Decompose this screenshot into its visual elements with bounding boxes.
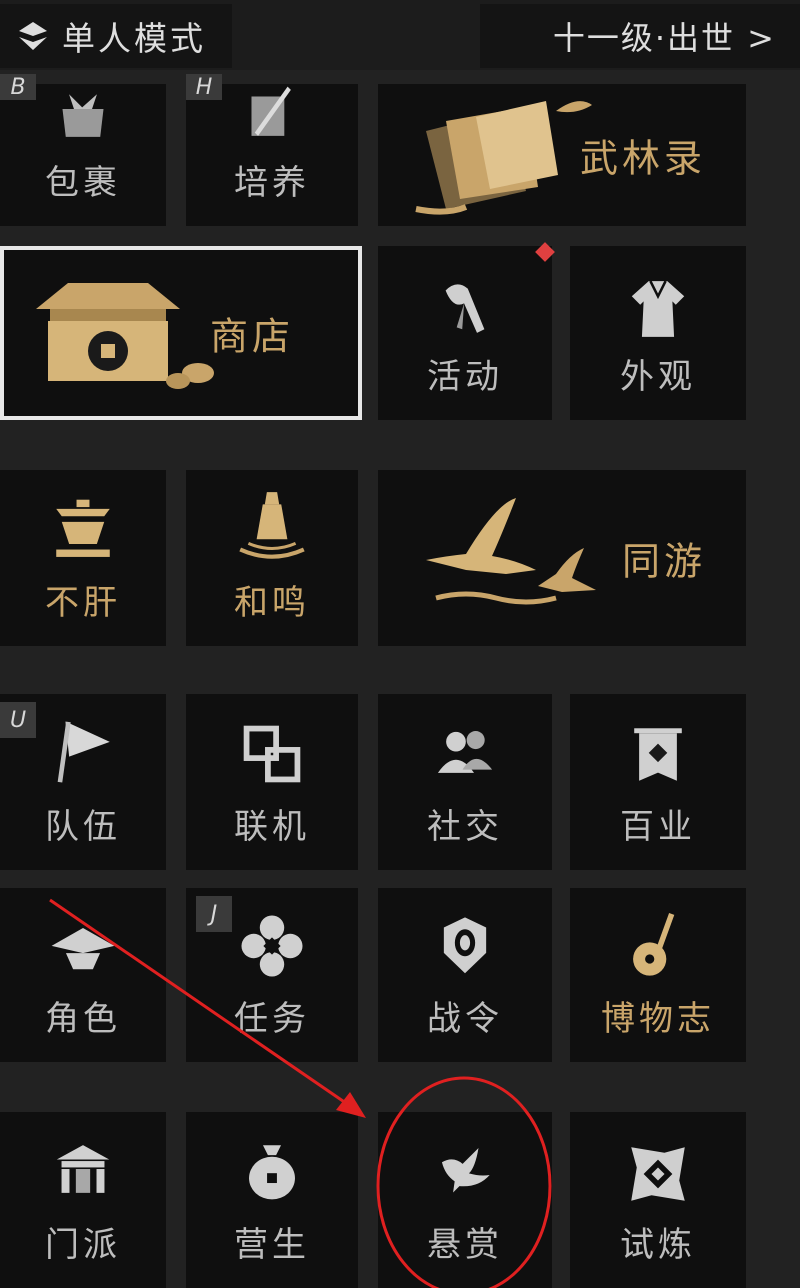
- lute-icon: [633, 913, 675, 976]
- tile-juese[interactable]: 角色: [0, 888, 166, 1062]
- tile-shilian[interactable]: 试炼: [570, 1112, 746, 1288]
- tile-label: 包裹: [45, 163, 121, 203]
- hotkey-badge: J: [196, 896, 232, 932]
- tile-label: 队伍: [45, 807, 121, 847]
- tile-tongyou[interactable]: 同游: [378, 470, 746, 646]
- banner-icon: [634, 728, 682, 781]
- tile-label: 任务: [234, 999, 310, 1039]
- mode-label: 单人模式: [62, 19, 206, 58]
- robe-icon: [631, 280, 685, 337]
- tea-cup-icon: [56, 499, 110, 557]
- tile-renwu[interactable]: J 任务: [186, 888, 358, 1062]
- tile-huodong[interactable]: 活动: [378, 246, 552, 420]
- tile-shejiao[interactable]: 社交: [378, 694, 552, 870]
- tile-lianji[interactable]: 联机: [186, 694, 358, 870]
- link-icon: [243, 725, 301, 783]
- tile-label: 不肝: [45, 583, 121, 623]
- hotkey-badge: B: [0, 74, 36, 100]
- books-icon: [415, 101, 592, 215]
- tile-label: 角色: [45, 999, 121, 1039]
- tile-label: 联机: [234, 807, 310, 847]
- money-bag-icon: [249, 1145, 295, 1200]
- dove-icon: [441, 1147, 490, 1193]
- tile-label: 营生: [234, 1225, 310, 1265]
- vortex-icon: [631, 1147, 685, 1201]
- tile-baiye[interactable]: 百业: [570, 694, 746, 870]
- tile-label: 博物志: [601, 999, 715, 1039]
- top-bar: 单人模式 十一级·出世 >: [0, 0, 800, 70]
- tile-label: 活动: [427, 357, 503, 397]
- badge-emblem-icon: [443, 917, 487, 974]
- tile-shangdian[interactable]: 商店: [0, 246, 362, 420]
- tile-bugan[interactable]: 不肝: [0, 470, 166, 646]
- gate-icon: [56, 1145, 110, 1193]
- tile-waiguan[interactable]: 外观: [570, 246, 746, 420]
- tile-label: 商店: [209, 314, 294, 359]
- quest-flower-icon: [241, 915, 303, 977]
- hotkey-badge: U: [0, 702, 36, 738]
- flag-icon: [57, 721, 110, 783]
- scroll-brush-icon: [251, 86, 291, 136]
- tile-label: 试炼: [620, 1225, 696, 1265]
- tile-label: 同游: [621, 539, 706, 584]
- tile-menpai[interactable]: 门派: [0, 1112, 166, 1288]
- level-button[interactable]: 十一级·出世 >: [480, 4, 800, 68]
- tile-label: 门派: [45, 1225, 121, 1265]
- cranes-icon: [426, 498, 596, 605]
- tile-label: 培养: [234, 163, 310, 203]
- hat-icon: [51, 927, 115, 970]
- bell-icon: [239, 492, 305, 559]
- shop-icon: [36, 283, 214, 389]
- tile-label: 战令: [427, 999, 503, 1039]
- single-player-mode-button[interactable]: 单人模式: [0, 4, 232, 68]
- tile-baoguo[interactable]: B 包裹: [0, 74, 166, 226]
- tile-label: 社交: [427, 807, 503, 847]
- tile-heming[interactable]: 和鸣: [186, 470, 358, 646]
- tile-yingsheng[interactable]: 营生: [186, 1112, 358, 1288]
- tile-label: 武林录: [579, 136, 706, 181]
- tile-label: 外观: [620, 357, 696, 397]
- tile-wulinlu[interactable]: 武林录: [378, 84, 746, 226]
- tile-duiwu[interactable]: U 队伍: [0, 694, 166, 870]
- tile-zhanling[interactable]: 战令: [378, 888, 552, 1062]
- tile-bowuzhi[interactable]: 博物志: [570, 888, 746, 1062]
- tile-label: 百业: [620, 807, 696, 847]
- people-icon: [437, 731, 493, 773]
- bird-icon: [445, 284, 485, 333]
- tile-peiyang[interactable]: H 培养: [186, 74, 358, 226]
- mode-switch-icon: [19, 22, 47, 50]
- hotkey-badge: H: [186, 74, 222, 100]
- tile-xuanshang[interactable]: 悬赏: [378, 1112, 552, 1288]
- bag-icon: [62, 94, 104, 137]
- tile-label: 悬赏: [427, 1225, 503, 1265]
- tile-label: 和鸣: [234, 583, 310, 623]
